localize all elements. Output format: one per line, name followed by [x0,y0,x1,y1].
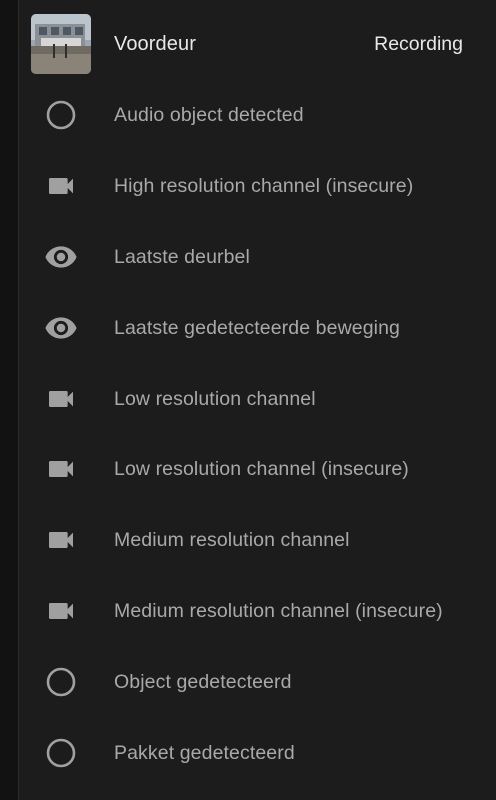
entity-label: Object gedetecteerd [114,670,292,693]
entity-label: Low resolution channel [114,387,316,410]
entity-label: Low resolution channel (insecure) [114,457,409,480]
entity-row[interactable]: Laatste gedetecteerde beweging [19,293,496,363]
entity-row[interactable]: Laatste deurbel [19,222,496,292]
circle-outline-icon [31,652,91,712]
circle-outline-icon [31,85,91,145]
video-camera-icon [31,369,91,429]
eye-icon [31,227,91,287]
entity-row[interactable]: Low resolution channel [19,364,496,434]
entity-label: High resolution channel (insecure) [114,174,414,197]
video-camera-icon [31,581,91,641]
video-camera-icon [31,510,91,570]
entity-label: Laatste deurbel [114,245,250,268]
entity-label: Medium resolution channel [114,528,350,551]
entity-row[interactable]: Object gedetecteerd [19,647,496,717]
entity-row[interactable]: Medium resolution channel (insecure) [19,576,496,646]
camera-header-row[interactable]: Voordeur Recording [19,9,496,79]
circle-outline-icon [31,723,91,783]
eye-icon [31,298,91,358]
camera-thumbnail[interactable] [31,14,91,74]
camera-snapshot-thumbnail-icon [31,14,91,74]
entity-row[interactable]: Audio object detected [19,80,496,150]
camera-state: Recording [374,32,463,55]
entity-label: Medium resolution channel (insecure) [114,599,443,622]
entity-label: Laatste gedetecteerde beweging [114,316,400,339]
entity-label: Audio object detected [114,103,304,126]
entity-row[interactable]: High resolution channel (insecure) [19,151,496,221]
entity-row[interactable]: Medium resolution channel [19,505,496,575]
entity-row[interactable]: Pakket gedetecteerd [19,718,496,788]
entity-label: Pakket gedetecteerd [114,741,295,764]
left-gutter [0,0,18,800]
entity-list-panel: Voordeur Recording Audio object detected… [18,0,496,800]
video-camera-icon [31,156,91,216]
video-camera-icon [31,439,91,499]
entity-row[interactable]: Low resolution channel (insecure) [19,434,496,504]
